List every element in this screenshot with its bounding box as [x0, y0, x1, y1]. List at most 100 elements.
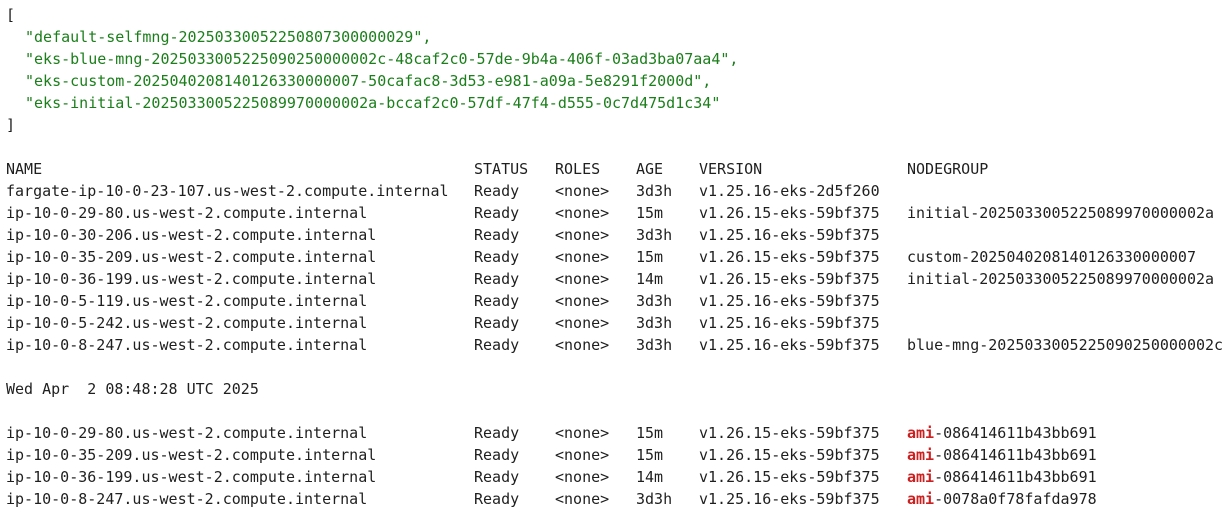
- node-ami-id: ami-086414611b43bb691: [907, 422, 1097, 444]
- node-roles: <none>: [555, 424, 610, 442]
- node-age: 15m: [636, 424, 664, 442]
- node-name: ip-10-0-8-247.us-west-2.compute.internal: [6, 336, 368, 354]
- node-status: Ready: [474, 336, 520, 354]
- json-item: "eks-initial-2025033005225089970000002a-…: [25, 94, 721, 112]
- node-nodegroup: initial-2025033005225089970000002a: [907, 204, 1215, 222]
- header-age: AGE: [636, 160, 664, 178]
- table-row: ip-10-0-8-247.us-west-2.compute.internal…: [6, 334, 1223, 356]
- node-status: Ready: [474, 226, 520, 244]
- json-open-bracket: [: [6, 6, 16, 24]
- header-status: STATUS: [474, 160, 529, 178]
- node-name: ip-10-0-8-247.us-west-2.compute.internal: [6, 490, 368, 508]
- node-version: v1.26.15-eks-59bf375: [699, 424, 880, 442]
- node-version: v1.26.15-eks-59bf375: [699, 204, 880, 222]
- node-status: Ready: [474, 292, 520, 310]
- node-version: v1.25.16-eks-59bf375: [699, 336, 880, 354]
- date-output: Wed Apr 2 08:48:28 UTC 2025: [6, 380, 259, 398]
- table-row: ip-10-0-29-80.us-west-2.compute.internal…: [6, 202, 1223, 224]
- json-item: "eks-blue-mng-2025033005225090250000002c…: [25, 50, 739, 68]
- node-status: Ready: [474, 424, 520, 442]
- node-name: fargate-ip-10-0-23-107.us-west-2.compute…: [6, 182, 449, 200]
- node-name: ip-10-0-30-206.us-west-2.compute.interna…: [6, 226, 377, 244]
- table-row: fargate-ip-10-0-23-107.us-west-2.compute…: [6, 180, 1223, 202]
- node-status: Ready: [474, 468, 520, 486]
- ami-prefix-highlight: ami: [907, 490, 935, 508]
- node-version: v1.26.15-eks-59bf375: [699, 248, 880, 266]
- node-status: Ready: [474, 490, 520, 508]
- node-status: Ready: [474, 446, 520, 464]
- ami-prefix-highlight: ami: [907, 468, 935, 486]
- table-row: ip-10-0-5-119.us-west-2.compute.internal…: [6, 290, 1223, 312]
- ami-prefix-highlight: ami: [907, 446, 935, 464]
- node-name: ip-10-0-36-199.us-west-2.compute.interna…: [6, 270, 377, 288]
- json-item: "eks-custom-2025040208140126330000007-50…: [25, 72, 712, 90]
- node-age: 3d3h: [636, 314, 673, 332]
- node-status: Ready: [474, 182, 520, 200]
- node-version: v1.25.16-eks-59bf375: [699, 292, 880, 310]
- node-ami-id: ami-0078a0f78fafda978: [907, 488, 1097, 510]
- node-status: Ready: [474, 270, 520, 288]
- node-name: ip-10-0-36-199.us-west-2.compute.interna…: [6, 468, 377, 486]
- table-row: ip-10-0-35-209.us-west-2.compute.interna…: [6, 444, 1223, 466]
- node-name: ip-10-0-35-209.us-west-2.compute.interna…: [6, 446, 377, 464]
- node-roles: <none>: [555, 226, 610, 244]
- node-status: Ready: [474, 248, 520, 266]
- node-ami-id: ami-086414611b43bb691: [907, 466, 1097, 488]
- header-name: NAME: [6, 160, 43, 178]
- nodes-table-header: NAME STATUS ROLES AGE VERSION NODEGROUP: [6, 158, 1223, 180]
- ami-prefix-highlight: ami: [907, 424, 935, 442]
- table-row: ip-10-0-5-242.us-west-2.compute.internal…: [6, 312, 1223, 334]
- node-name: ip-10-0-35-209.us-west-2.compute.interna…: [6, 248, 377, 266]
- node-version: v1.26.15-eks-59bf375: [699, 270, 880, 288]
- node-version: v1.26.15-eks-59bf375: [699, 468, 880, 486]
- node-roles: <none>: [555, 204, 610, 222]
- ami-table-body: ip-10-0-29-80.us-west-2.compute.internal…: [6, 422, 1223, 510]
- json-close-bracket: ]: [6, 116, 16, 134]
- node-age: 14m: [636, 270, 664, 288]
- node-name: ip-10-0-29-80.us-west-2.compute.internal: [6, 204, 368, 222]
- node-name: ip-10-0-5-119.us-west-2.compute.internal: [6, 292, 368, 310]
- ami-id-suffix: -086414611b43bb691: [934, 468, 1097, 486]
- json-item: "default-selfmng-20250330052250807300000…: [25, 28, 432, 46]
- node-nodegroup: custom-2025040208140126330000007: [907, 248, 1196, 266]
- ami-id-suffix: -086414611b43bb691: [934, 424, 1097, 442]
- node-version: v1.26.15-eks-59bf375: [699, 446, 880, 464]
- table-row: ip-10-0-30-206.us-west-2.compute.interna…: [6, 224, 1223, 246]
- node-version: v1.25.16-eks-59bf375: [699, 226, 880, 244]
- node-status: Ready: [474, 314, 520, 332]
- node-roles: <none>: [555, 446, 610, 464]
- ami-id-suffix: -086414611b43bb691: [934, 446, 1097, 464]
- node-roles: <none>: [555, 292, 610, 310]
- node-age: 3d3h: [636, 490, 673, 508]
- node-version: v1.25.16-eks-59bf375: [699, 490, 880, 508]
- node-version: v1.25.16-eks-2d5f260: [699, 182, 880, 200]
- node-ami-id: ami-086414611b43bb691: [907, 444, 1097, 466]
- node-name: ip-10-0-5-242.us-west-2.compute.internal: [6, 314, 368, 332]
- table-row: ip-10-0-36-199.us-west-2.compute.interna…: [6, 466, 1223, 488]
- node-roles: <none>: [555, 468, 610, 486]
- node-age: 3d3h: [636, 226, 673, 244]
- terminal-output: [ "default-selfmng-202503300522508073000…: [0, 0, 1229, 514]
- node-roles: <none>: [555, 314, 610, 332]
- node-nodegroup: blue-mng-2025033005225090250000002c: [907, 336, 1224, 354]
- table-row: ip-10-0-36-199.us-west-2.compute.interna…: [6, 268, 1223, 290]
- node-age: 14m: [636, 468, 664, 486]
- header-nodegroup: NODEGROUP: [907, 160, 989, 178]
- ami-id-suffix: -0078a0f78fafda978: [934, 490, 1097, 508]
- nodes-table-body: fargate-ip-10-0-23-107.us-west-2.compute…: [6, 180, 1223, 356]
- node-age: 15m: [636, 248, 664, 266]
- node-roles: <none>: [555, 490, 610, 508]
- node-age: 3d3h: [636, 182, 673, 200]
- node-roles: <none>: [555, 182, 610, 200]
- table-row: ip-10-0-29-80.us-west-2.compute.internal…: [6, 422, 1223, 444]
- header-roles: ROLES: [555, 160, 601, 178]
- node-age: 15m: [636, 204, 664, 222]
- table-row: ip-10-0-8-247.us-west-2.compute.internal…: [6, 488, 1223, 510]
- node-age: 15m: [636, 446, 664, 464]
- node-version: v1.25.16-eks-59bf375: [699, 314, 880, 332]
- node-nodegroup: initial-2025033005225089970000002a: [907, 270, 1215, 288]
- node-roles: <none>: [555, 270, 610, 288]
